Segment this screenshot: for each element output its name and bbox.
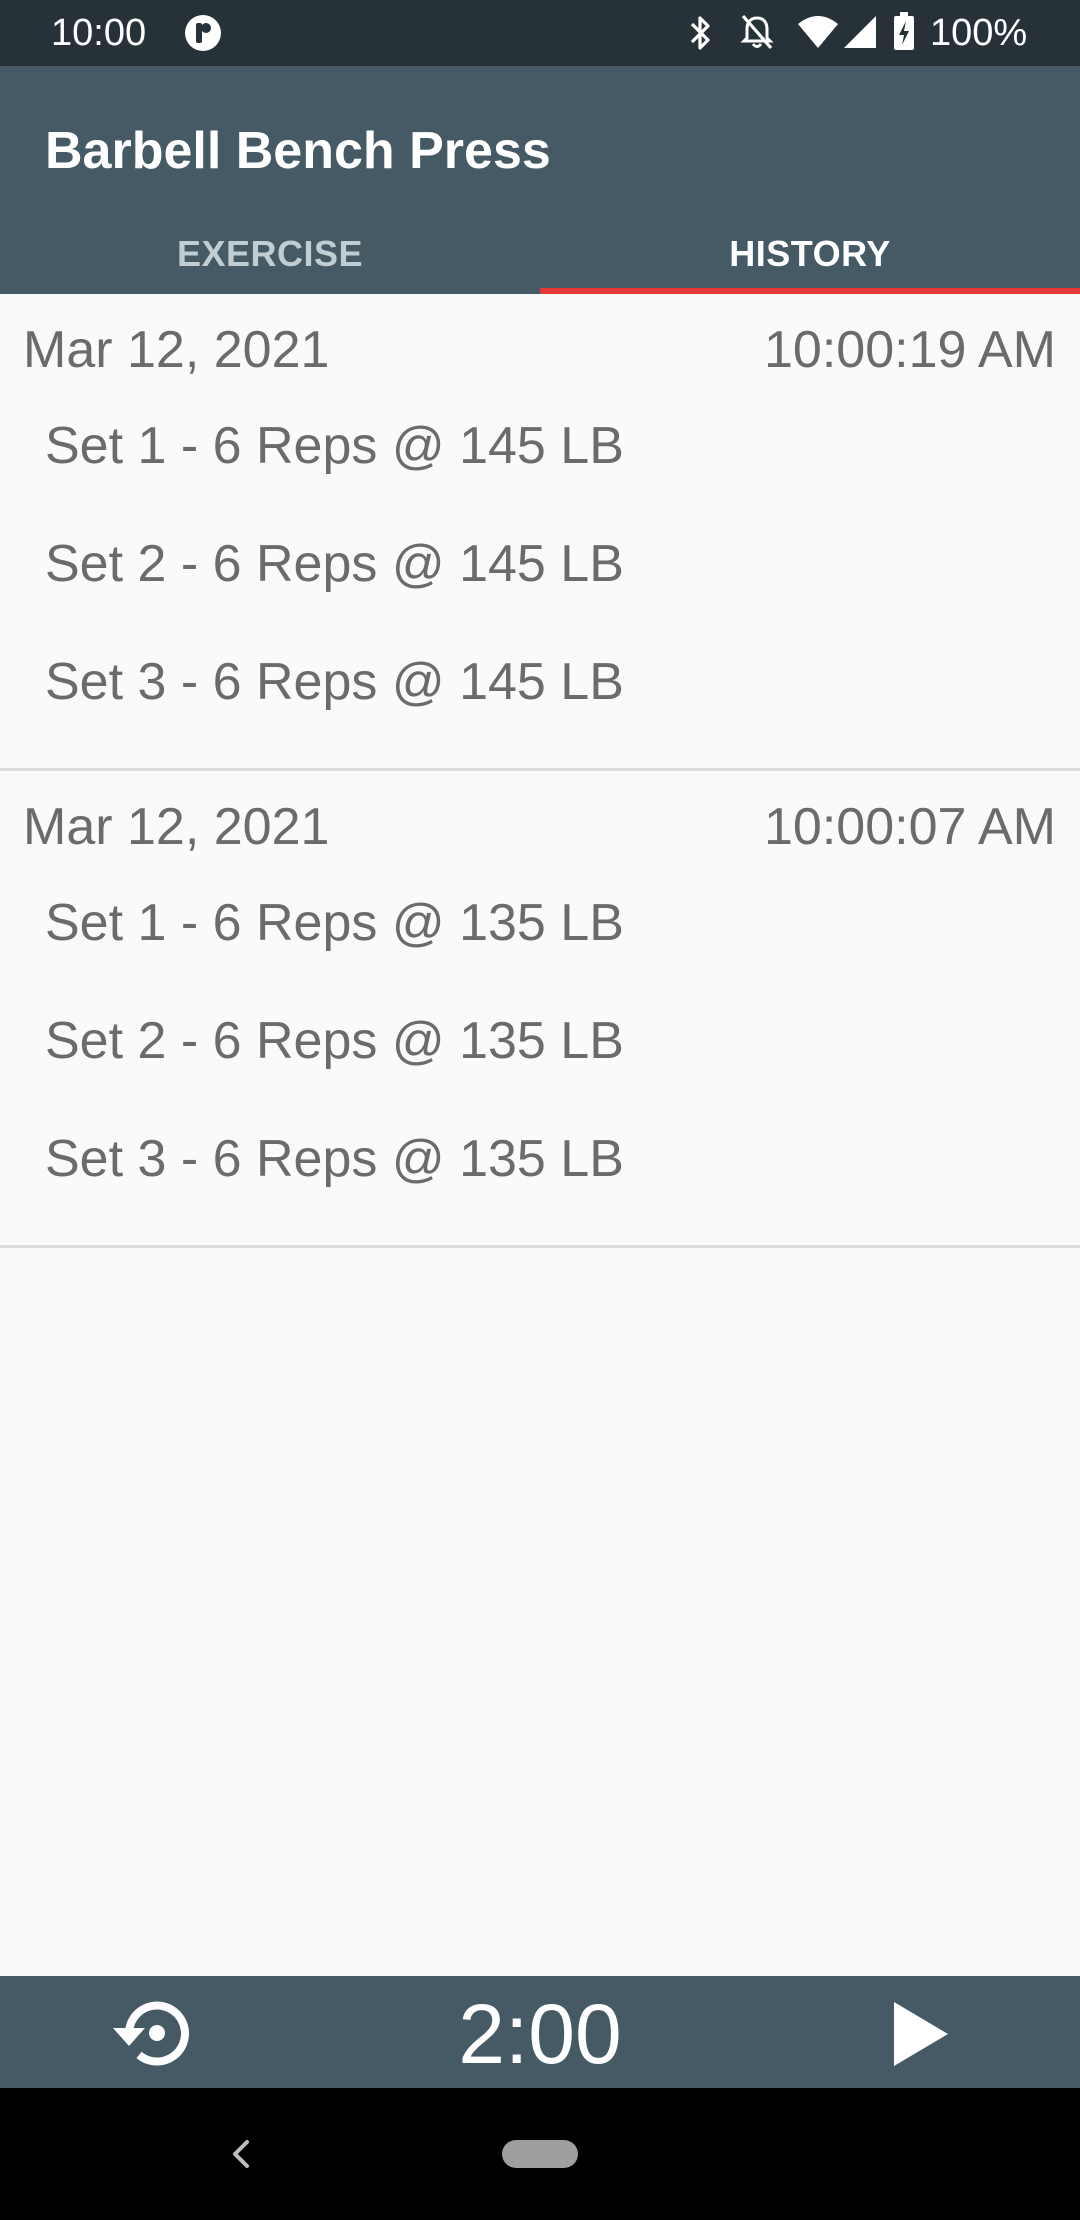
- session-date: Mar 12, 2021: [23, 321, 330, 379]
- session-time: 10:00:07 AM: [764, 798, 1056, 856]
- status-icons: [0, 0, 1080, 66]
- session-date: Mar 12, 2021: [23, 798, 330, 856]
- cell-signal-icon: [844, 16, 876, 48]
- set-row: Set 3 - 6 Reps @ 135 LB: [45, 1130, 624, 1188]
- wifi-icon: [798, 16, 838, 48]
- tab-exercise[interactable]: EXERCISE: [0, 218, 540, 294]
- tab-history[interactable]: HISTORY: [540, 218, 1080, 294]
- page-title: Barbell Bench Press: [45, 122, 551, 180]
- bluetooth-icon: [690, 16, 710, 50]
- status-bar: 10:00 100%: [0, 0, 1080, 66]
- history-session[interactable]: Mar 12, 2021 10:00:19 AM Set 1 - 6 Reps …: [0, 294, 1080, 771]
- set-row: Set 1 - 6 Reps @ 145 LB: [45, 417, 624, 475]
- home-pill-icon[interactable]: [502, 2140, 578, 2168]
- screen: 10:00 100% Barbell Bench Press EXERCISE …: [0, 0, 1080, 2220]
- restart-icon[interactable]: [105, 1990, 205, 2076]
- battery-percent: 100%: [930, 12, 1028, 54]
- set-row: Set 2 - 6 Reps @ 145 LB: [45, 535, 624, 593]
- notifications-off-icon: [740, 14, 774, 50]
- history-session[interactable]: Mar 12, 2021 10:00:07 AM Set 1 - 6 Reps …: [0, 771, 1080, 1248]
- system-nav-bar: [0, 2088, 1080, 2220]
- app-bar: Barbell Bench Press EXERCISE HISTORY: [0, 66, 1080, 294]
- back-chevron-icon[interactable]: [222, 2134, 262, 2174]
- set-row: Set 3 - 6 Reps @ 145 LB: [45, 653, 624, 711]
- battery-charging-icon: [894, 12, 914, 50]
- set-row: Set 1 - 6 Reps @ 135 LB: [45, 894, 624, 952]
- session-time: 10:00:19 AM: [764, 321, 1056, 379]
- play-icon[interactable]: [880, 1994, 960, 2074]
- rest-timer-bar: 2:00: [0, 1976, 1080, 2088]
- set-row: Set 2 - 6 Reps @ 135 LB: [45, 1012, 624, 1070]
- timer-display: 2:00: [458, 1987, 622, 2081]
- history-list: Mar 12, 2021 10:00:19 AM Set 1 - 6 Reps …: [0, 294, 1080, 1248]
